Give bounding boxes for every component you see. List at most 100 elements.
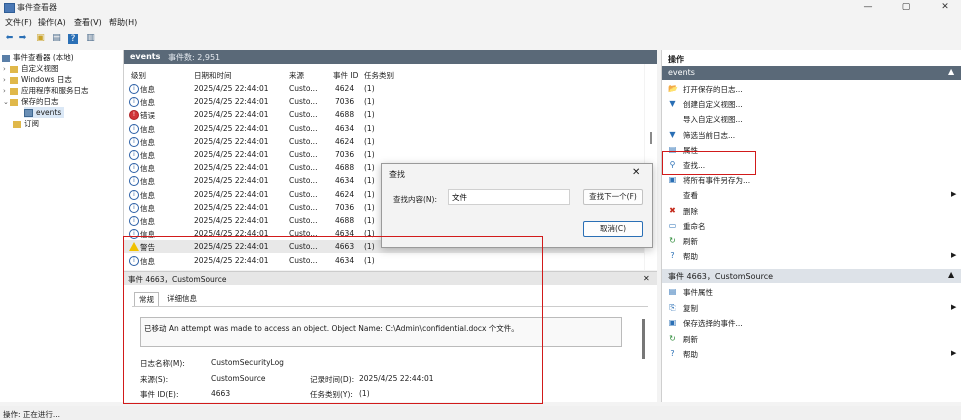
window-title: 事件查看器: [17, 3, 57, 12]
menu-help[interactable]: 帮助(H): [109, 17, 137, 28]
tree-item-custom-views[interactable]: › 自定义视图: [3, 63, 59, 74]
table-row[interactable]: i 信息 2025/4/25 22:44:01 Custo... 4634 (1): [124, 254, 644, 267]
action-item[interactable]: 查看 ▶: [662, 187, 961, 202]
source-cell: Custo...: [289, 123, 318, 133]
action-item[interactable]: ↻ 刷新: [662, 233, 961, 248]
level-cell: 信息: [140, 190, 155, 200]
back-icon[interactable]: ⬅: [3, 32, 16, 45]
collapse-icon[interactable]: ▲: [948, 270, 954, 279]
info-icon: i: [129, 229, 139, 240]
action-label: 属性: [683, 145, 698, 155]
source-cell: Custo...: [289, 242, 318, 252]
action-item[interactable]: 📂 打开保存的日志...: [662, 81, 961, 96]
task-cell: (1): [364, 255, 375, 265]
tree-item-events[interactable]: events: [24, 107, 65, 118]
action-item[interactable]: ⎘ 复制 ▶: [662, 300, 961, 315]
action-label: 查看: [683, 191, 698, 201]
close-window-button[interactable]: ✕: [932, 1, 958, 14]
actions-section-events[interactable]: events ▲: [662, 66, 961, 80]
cancel-button[interactable]: 取消(C): [583, 221, 643, 237]
help-icon[interactable]: ?: [68, 34, 78, 44]
table-row[interactable]: i 信息 2025/4/25 22:44:01 Custo... 7036 (1): [124, 148, 644, 161]
maximize-button[interactable]: ▢: [893, 1, 919, 14]
menu-view[interactable]: 查看(V): [74, 17, 102, 28]
tree-item-windows-logs[interactable]: › Windows 日志: [3, 74, 72, 85]
source-cell: Custo...: [289, 136, 318, 146]
preview-icon[interactable]: ▥: [84, 32, 97, 45]
date-cell: 2025/4/25 22:44:01: [194, 123, 269, 133]
minimize-button[interactable]: —: [855, 1, 881, 14]
tree-item-root[interactable]: 事件查看器 (本地): [2, 52, 74, 63]
view-icon: [668, 190, 677, 199]
tree-item-saved-logs[interactable]: ⌄ 保存的日志: [3, 96, 59, 107]
action-item[interactable]: ▣ 保存选择的事件...: [662, 315, 961, 330]
menu-action[interactable]: 操作(A): [38, 17, 66, 28]
column-source[interactable]: 来源: [289, 70, 304, 81]
source-value: CustomSource: [211, 374, 266, 383]
folder-icon[interactable]: ▣: [34, 32, 47, 45]
forward-icon[interactable]: ➡: [16, 32, 29, 45]
close-detail-icon[interactable]: ✕: [643, 274, 650, 283]
table-row[interactable]: i 信息 2025/4/25 22:44:01 Custo... 4634 (1): [124, 122, 644, 135]
rename-icon: ▭: [668, 220, 677, 230]
event-count: 事件数: 2,951: [168, 53, 221, 62]
action-item[interactable]: ▣ 将所有事件另存为...: [662, 172, 961, 187]
find-dialog-close-icon[interactable]: ✕: [632, 167, 640, 178]
tree-item-subscriptions[interactable]: 订阅: [13, 118, 39, 129]
column-datetime[interactable]: 日期和时间: [194, 70, 232, 81]
tree-item-app-service-logs[interactable]: › 应用程序和服务日志: [3, 85, 89, 96]
action-label: 删除: [683, 206, 698, 216]
task-cell: (1): [364, 189, 375, 199]
action-item[interactable]: ✖ 删除: [662, 203, 961, 218]
title-bar: 事件查看器 — ▢ ✕: [0, 0, 961, 15]
info-icon: i: [129, 97, 139, 108]
detail-scrollbar[interactable]: [642, 319, 645, 359]
date-cell: 2025/4/25 22:44:01: [194, 229, 269, 239]
logged-value: 2025/4/25 22:44:01: [359, 374, 434, 383]
event-message-box[interactable]: 已移动 An attempt was made to access an obj…: [140, 317, 622, 347]
action-item[interactable]: ▤ 事件属性: [662, 284, 961, 299]
action-label: 保存选择的事件...: [683, 319, 743, 328]
chevron-down-icon[interactable]: ⌄: [3, 97, 10, 108]
task-category-value: (1): [359, 389, 370, 398]
find-what-input[interactable]: [448, 189, 570, 205]
table-row[interactable]: i 信息 2025/4/25 22:44:01 Custo... 4624 (1): [124, 135, 644, 148]
collapse-icon[interactable]: ▲: [948, 67, 954, 76]
action-item[interactable]: ▼ 筛选当前日志...: [662, 127, 961, 142]
action-label: 刷新: [683, 334, 698, 344]
event-id-value: 4663: [211, 389, 231, 398]
find-next-button[interactable]: 查找下一个(F): [583, 189, 643, 205]
folder-icon: [10, 98, 18, 106]
list-view-icon[interactable]: ▤: [50, 32, 63, 45]
action-item[interactable]: ⚲ 查找...: [662, 157, 961, 172]
tab-general[interactable]: 常规: [134, 292, 159, 306]
action-item[interactable]: ▭ 重命名: [662, 218, 961, 233]
action-item[interactable]: ? 帮助 ▶: [662, 248, 961, 263]
table-row[interactable]: i 信息 2025/4/25 22:44:01 Custo... 7036 (1): [124, 95, 644, 108]
source-cell: Custo...: [289, 202, 318, 212]
action-item[interactable]: ↻ 刷新: [662, 331, 961, 346]
source-cell: Custo...: [289, 110, 318, 120]
date-cell: 2025/4/25 22:44:01: [194, 202, 269, 212]
date-cell: 2025/4/25 22:44:01: [194, 216, 269, 225]
column-event-id[interactable]: 事件 ID: [333, 70, 358, 81]
menu-file[interactable]: 文件(F): [5, 17, 32, 28]
refresh-icon: ↻: [669, 333, 676, 343]
actions-pane: 操作 events ▲ 📂 打开保存的日志... ▼ 创建自定义视图... 导入自定义视…: [661, 50, 961, 402]
table-row[interactable]: ! 错误 2025/4/25 22:44:01 Custo... 4688 (1): [124, 108, 644, 121]
action-item[interactable]: ? 帮助 ▶: [662, 346, 961, 361]
action-label: 将所有事件另存为...: [683, 176, 751, 186]
folder-icon: [10, 65, 18, 73]
date-cell: 2025/4/25 22:44:01: [194, 189, 269, 199]
log-name: events: [130, 52, 161, 61]
scrollbar-thumb[interactable]: [650, 132, 652, 144]
column-level[interactable]: 级别: [131, 70, 146, 81]
table-row[interactable]: i 信息 2025/4/25 22:44:01 Custo... 4624 (1): [124, 82, 644, 95]
action-item[interactable]: 导入自定义视图...: [662, 111, 961, 126]
column-task-category[interactable]: 任务类别: [364, 70, 394, 81]
tab-details[interactable]: 详细信息: [163, 292, 201, 305]
action-item[interactable]: ▼ 创建自定义视图...: [662, 96, 961, 111]
action-item[interactable]: ▤ 属性: [662, 142, 961, 157]
actions-section-event[interactable]: 事件 4663，CustomSource ▲: [662, 269, 961, 283]
save-icon: ▣: [668, 175, 677, 185]
